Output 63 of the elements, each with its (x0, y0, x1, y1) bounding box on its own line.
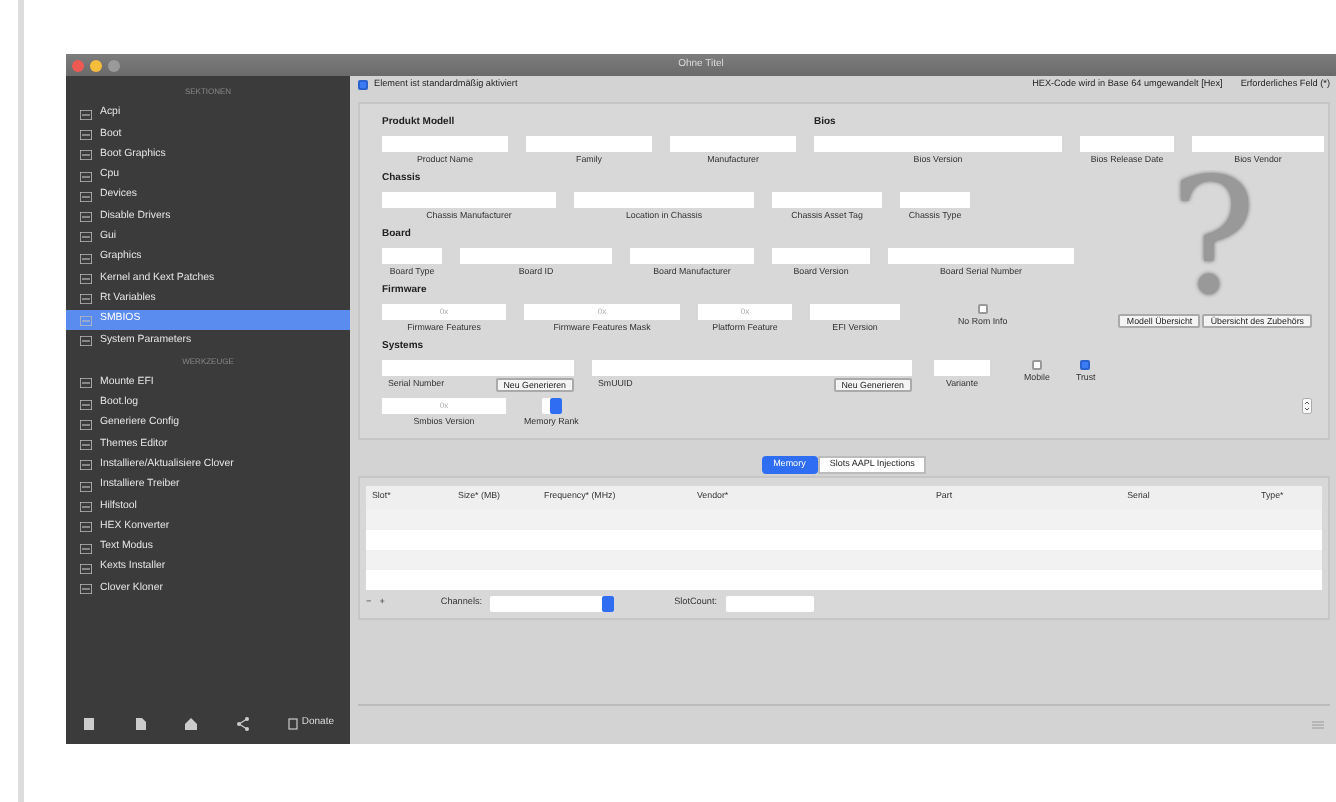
document-button[interactable] (133, 716, 148, 732)
text-field[interactable] (1080, 135, 1174, 151)
checkbox[interactable] (358, 80, 368, 90)
text-field[interactable] (934, 359, 990, 376)
text-field[interactable] (382, 359, 574, 376)
tool-icon (80, 378, 92, 389)
list-icon (80, 253, 92, 264)
checkbox[interactable] (1080, 359, 1091, 370)
text-field[interactable] (592, 359, 912, 376)
checkbox[interactable] (977, 303, 988, 314)
list-icon (80, 335, 92, 346)
tool-icon (80, 584, 92, 595)
text-field[interactable] (382, 247, 442, 264)
tool-icon (80, 460, 92, 471)
text-field[interactable] (382, 135, 508, 151)
text-field[interactable] (772, 191, 882, 208)
tool-icon (80, 501, 92, 512)
text-field[interactable] (888, 247, 1074, 264)
close-button[interactable] (72, 59, 84, 71)
home-icon (184, 716, 199, 732)
tool-icon (80, 440, 92, 451)
list-icon (80, 150, 92, 161)
resize-icon (1312, 720, 1324, 730)
list-icon (80, 212, 92, 223)
tool-icon (80, 419, 92, 430)
save-button[interactable] (82, 716, 96, 732)
tool-icon (80, 399, 92, 409)
list-icon (80, 109, 92, 120)
stepper-field[interactable] (541, 397, 562, 414)
tool-icon (80, 543, 92, 554)
list-icon (80, 315, 92, 326)
minimize-button[interactable] (90, 59, 102, 71)
save-icon (82, 716, 96, 732)
text-field[interactable] (772, 247, 870, 264)
list-icon (80, 129, 92, 140)
list-icon (80, 232, 92, 243)
tool-icon (80, 522, 92, 533)
text-field[interactable] (630, 247, 754, 264)
text-field[interactable] (810, 303, 900, 320)
text-field[interactable] (460, 247, 612, 264)
stepper-icon[interactable] (1302, 397, 1312, 414)
list-icon (80, 274, 92, 285)
home-button[interactable] (184, 716, 199, 732)
dropdown[interactable] (490, 595, 615, 612)
text-field[interactable] (526, 135, 652, 151)
text-field[interactable] (1192, 135, 1324, 151)
zoom-button[interactable] (108, 59, 120, 71)
list-icon (80, 294, 92, 305)
tool-icon (80, 563, 92, 574)
document-icon (133, 716, 148, 732)
stepper-field[interactable] (725, 595, 814, 612)
list-icon (80, 191, 92, 202)
text-field[interactable] (574, 191, 754, 208)
list-icon (80, 171, 92, 182)
text-field[interactable] (382, 191, 556, 208)
text-field[interactable] (814, 135, 1062, 151)
share-icon (236, 716, 251, 732)
question-mark-icon: ? (1170, 170, 1256, 311)
share-button[interactable] (236, 716, 251, 732)
text-field[interactable] (900, 191, 970, 208)
text-field[interactable] (670, 135, 796, 151)
checkbox[interactable] (1031, 359, 1042, 370)
tool-icon (80, 481, 92, 492)
